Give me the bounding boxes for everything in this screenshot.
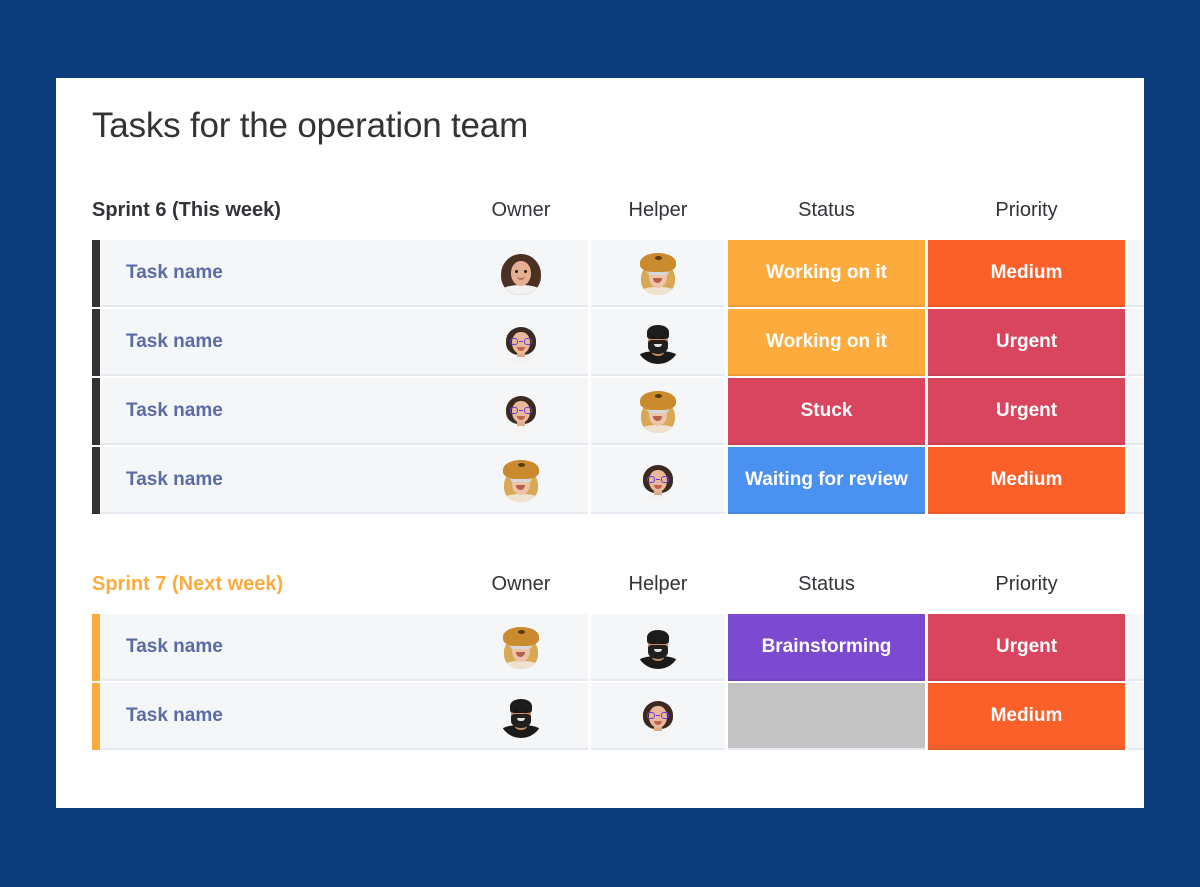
cell-priority[interactable]: Urgent <box>928 614 1125 681</box>
group-header-sprint-7: Sprint 7 (Next week) Owner Helper Status… <box>56 570 1144 614</box>
group-title-sprint-6: Sprint 6 (This week) <box>92 199 281 221</box>
cell-extra-column[interactable] <box>1128 309 1144 376</box>
avatar-blonde-fur-hat[interactable] <box>499 458 543 502</box>
board-card: Tasks for the operation team Sprint 6 (T… <box>56 78 1144 808</box>
cell-extra-column[interactable] <box>1128 683 1144 750</box>
row-color-bar <box>92 378 100 445</box>
cell-owner[interactable] <box>454 683 588 750</box>
cell-task-name[interactable]: Task name <box>101 683 454 750</box>
row-color-bar <box>92 614 100 681</box>
cell-helper[interactable] <box>591 309 725 376</box>
table-row[interactable]: Task name Stuck Urgent <box>56 378 1144 445</box>
cell-task-name[interactable]: Task name <box>101 447 454 514</box>
avatar-bearded-man[interactable] <box>499 694 543 738</box>
cell-owner[interactable] <box>454 614 588 681</box>
cell-priority[interactable]: Urgent <box>928 378 1125 445</box>
group-sprint-7: Sprint 7 (Next week) Owner Helper Status… <box>56 570 1144 752</box>
cell-priority[interactable]: Medium <box>928 447 1125 514</box>
table-row[interactable]: Task name Waiting for review Medium <box>56 447 1144 514</box>
avatar-bearded-man[interactable] <box>636 320 680 364</box>
column-header-owner: Owner <box>491 199 551 221</box>
cell-helper[interactable] <box>591 240 725 307</box>
avatar-woman-glasses[interactable] <box>499 320 543 364</box>
cell-status[interactable]: Brainstorming <box>728 614 925 681</box>
task-name-text: Task name <box>126 399 223 421</box>
column-header-priority: Priority <box>995 199 1058 221</box>
cell-priority[interactable]: Urgent <box>928 309 1125 376</box>
column-header-status: Status <box>798 573 855 595</box>
rows-sprint-7: Task name Brainstorming Urgent Task name… <box>56 614 1144 750</box>
task-name-text: Task name <box>126 468 223 490</box>
cell-extra-column[interactable] <box>1128 447 1144 514</box>
cell-owner[interactable] <box>454 378 588 445</box>
avatar-blonde-fur-hat[interactable] <box>636 389 680 433</box>
avatar-blonde-fur-hat[interactable] <box>499 625 543 669</box>
avatar-bearded-man[interactable] <box>636 625 680 669</box>
cell-priority[interactable]: Medium <box>928 683 1125 750</box>
group-title-sprint-7: Sprint 7 (Next week) <box>92 573 284 595</box>
table-row[interactable]: Task name Medium <box>56 683 1144 750</box>
column-header-helper: Helper <box>628 199 688 221</box>
cell-task-name[interactable]: Task name <box>101 378 454 445</box>
cell-status[interactable] <box>728 683 925 750</box>
page-title: Tasks for the operation team <box>92 106 529 145</box>
row-color-bar <box>92 309 100 376</box>
row-color-bar <box>92 447 100 514</box>
group-header-sprint-6: Sprint 6 (This week) Owner Helper Status… <box>56 196 1144 240</box>
column-header-helper: Helper <box>628 573 688 595</box>
row-color-bar <box>92 240 100 307</box>
cell-owner[interactable] <box>454 240 588 307</box>
cell-task-name[interactable]: Task name <box>101 240 454 307</box>
task-name-text: Task name <box>126 704 223 726</box>
cell-status[interactable]: Working on it <box>728 240 925 307</box>
cell-extra-column[interactable] <box>1128 378 1144 445</box>
task-name-text: Task name <box>126 330 223 352</box>
cell-status[interactable]: Waiting for review <box>728 447 925 514</box>
table-row[interactable]: Task name Working on it Urgent <box>56 309 1144 376</box>
column-header-status: Status <box>798 199 855 221</box>
table-row[interactable]: Task name Working on it Medium <box>56 240 1144 307</box>
cell-status[interactable]: Working on it <box>728 309 925 376</box>
task-name-text: Task name <box>126 261 223 283</box>
avatar-blonde-fur-hat[interactable] <box>636 251 680 295</box>
table-row[interactable]: Task name Brainstorming Urgent <box>56 614 1144 681</box>
cell-helper[interactable] <box>591 683 725 750</box>
cell-helper[interactable] <box>591 378 725 445</box>
avatar-woman-glasses[interactable] <box>636 458 680 502</box>
cell-priority[interactable]: Medium <box>928 240 1125 307</box>
group-sprint-6: Sprint 6 (This week) Owner Helper Status… <box>56 196 1144 516</box>
column-header-priority: Priority <box>995 573 1058 595</box>
cell-helper[interactable] <box>591 614 725 681</box>
cell-owner[interactable] <box>454 309 588 376</box>
cell-task-name[interactable]: Task name <box>101 309 454 376</box>
task-name-text: Task name <box>126 635 223 657</box>
cell-task-name[interactable]: Task name <box>101 614 454 681</box>
avatar-woman-glasses[interactable] <box>636 694 680 738</box>
row-color-bar <box>92 683 100 750</box>
avatar-brunette-woman[interactable] <box>499 251 543 295</box>
cell-extra-column[interactable] <box>1128 240 1144 307</box>
cell-status[interactable]: Stuck <box>728 378 925 445</box>
cell-helper[interactable] <box>591 447 725 514</box>
avatar-woman-glasses[interactable] <box>499 389 543 433</box>
column-header-owner: Owner <box>491 573 551 595</box>
cell-owner[interactable] <box>454 447 588 514</box>
cell-extra-column[interactable] <box>1128 614 1144 681</box>
rows-sprint-6: Task name Working on it Medium Task name… <box>56 240 1144 514</box>
